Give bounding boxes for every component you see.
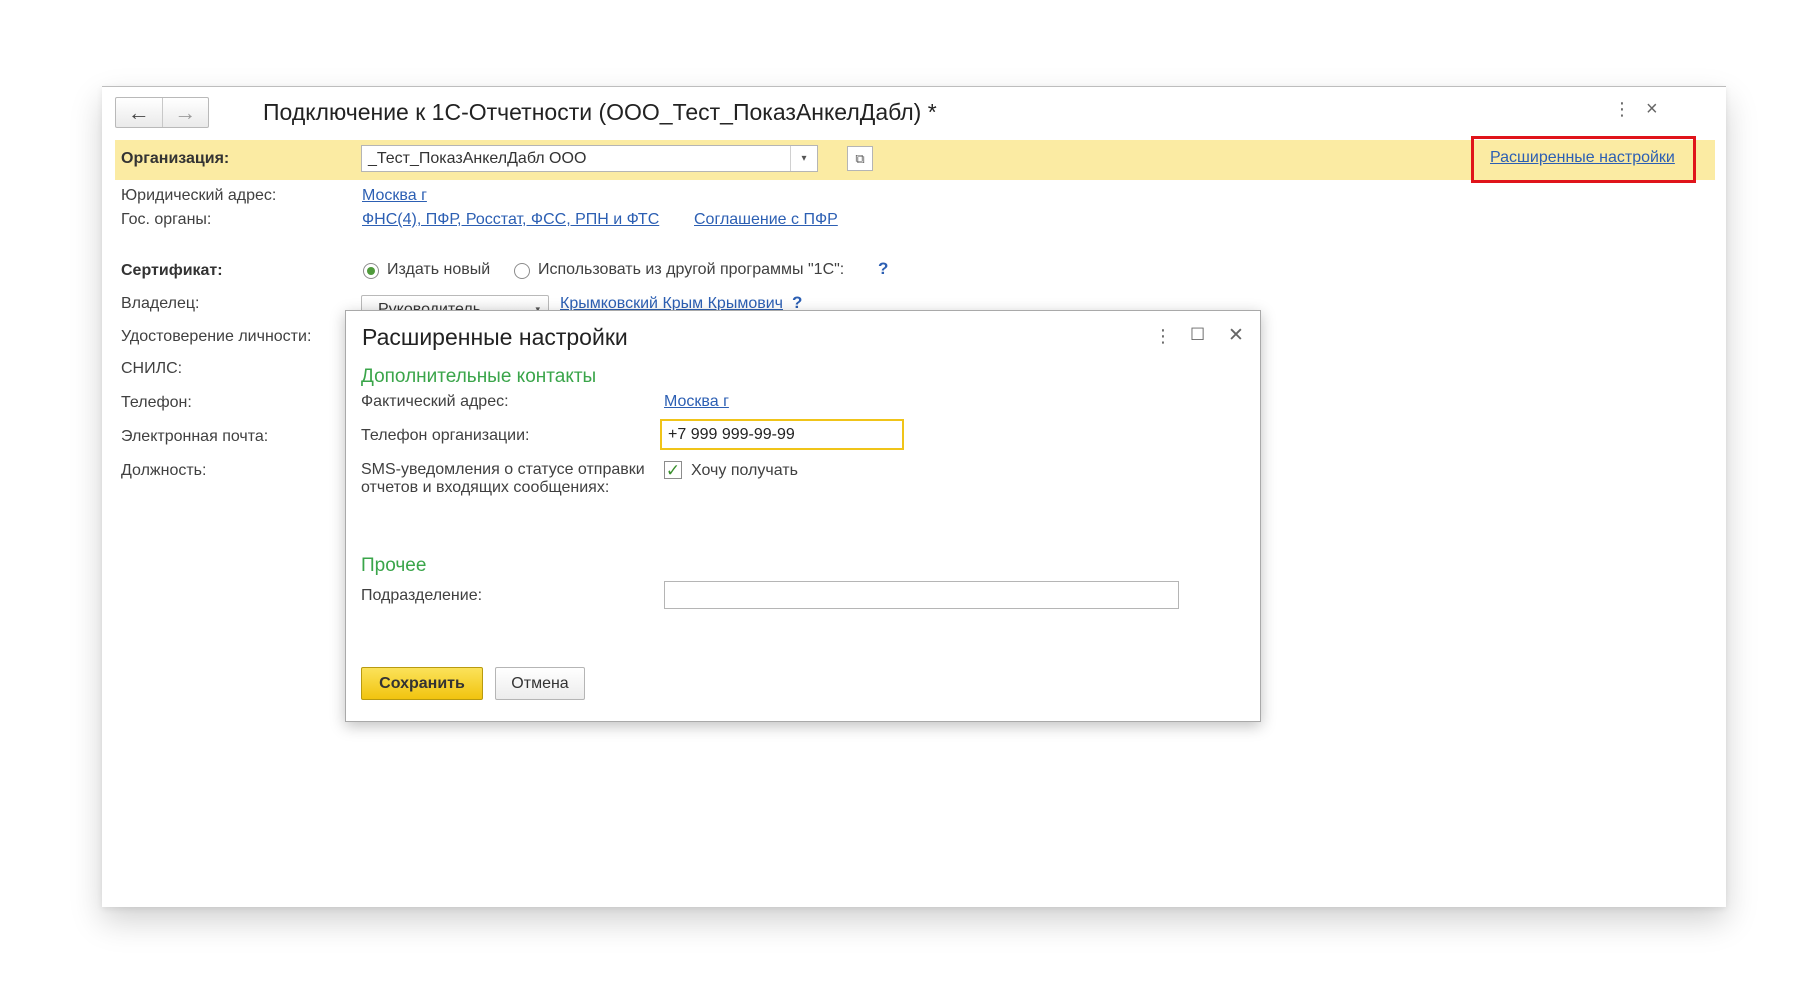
subdivision-label: Подразделение: (361, 587, 483, 604)
radio-issue-new-label: Издать новый (387, 261, 491, 278)
actual-address-label: Фактический адрес: (361, 393, 509, 410)
radio-use-other-label: Использовать из другой программы "1С": (538, 261, 845, 278)
forward-arrow-icon[interactable]: → (161, 98, 209, 127)
org-phone-label: Телефон организации: (361, 427, 530, 444)
open-organization-icon[interactable]: ⧉ (847, 146, 873, 171)
email-label: Электронная почта: (121, 428, 269, 445)
subdivision-input[interactable] (664, 581, 1179, 609)
owner-label: Владелец: (121, 295, 200, 312)
gov-agencies-label: Гос. органы: (121, 211, 212, 228)
pfr-agreement-link[interactable]: Соглашение с ПФР (694, 211, 838, 229)
sms-label-line2: отчетов и входящих сообщениях: (361, 479, 610, 496)
sms-checkbox[interactable]: ✓ (664, 461, 682, 479)
legal-address-label: Юридический адрес: (121, 187, 277, 204)
save-button[interactable]: Сохранить (361, 667, 483, 700)
organization-label: Организация: (121, 150, 230, 167)
radio-selected-dot (367, 267, 375, 275)
sms-checkbox-label: Хочу получать (691, 462, 798, 479)
more-menu-icon[interactable]: ⋮ (1613, 99, 1631, 120)
dialog-close-icon[interactable]: ✕ (1228, 324, 1244, 347)
section-additional-contacts: Дополнительные контакты (361, 366, 597, 387)
dialog-more-icon[interactable]: ⋮ (1154, 326, 1172, 347)
dialog-maximize-icon[interactable]: ☐ (1190, 325, 1205, 345)
id-document-label: Удостоверение личности: (121, 328, 312, 345)
org-phone-input[interactable]: +7 999 999-99-99 (660, 419, 904, 450)
position-label: Должность: (121, 462, 207, 479)
window-title: Подключение к 1С-Отчетности (ООО_Тест_По… (263, 99, 937, 125)
close-window-icon[interactable]: × (1646, 98, 1658, 121)
certificate-label: Сертификат: (121, 262, 223, 279)
organization-select[interactable]: _Тест_ПоказАнкелДабл ООО ▾ (361, 145, 818, 172)
checkmark-icon: ✓ (665, 460, 681, 480)
advanced-settings-dialog: Расширенные настройки ⋮ ☐ ✕ Дополнительн… (345, 310, 1261, 722)
sms-label-line1: SMS-уведомления о статусе отправки (361, 461, 645, 478)
organization-value: _Тест_ПоказАнкелДабл ООО (368, 149, 587, 167)
certificate-help-icon[interactable]: ? (878, 259, 888, 279)
radio-issue-new[interactable] (363, 263, 379, 279)
highlight-frame (1471, 136, 1696, 183)
cancel-button[interactable]: Отмена (495, 667, 585, 700)
gov-agencies-link[interactable]: ФНС(4), ПФР, Росстат, ФСС, РПН и ФТС (362, 211, 659, 229)
legal-address-link[interactable]: Москва г (362, 187, 427, 205)
actual-address-link[interactable]: Москва г (664, 393, 729, 411)
snils-label: СНИЛС: (121, 360, 183, 377)
radio-use-other[interactable] (514, 263, 530, 279)
dropdown-arrow-icon[interactable]: ▾ (790, 146, 817, 171)
phone-label: Телефон: (121, 394, 192, 411)
section-other: Прочее (361, 555, 427, 576)
back-arrow-icon[interactable]: ← (116, 98, 162, 127)
dialog-title: Расширенные настройки (362, 324, 628, 350)
nav-buttons: ← → (115, 97, 209, 128)
